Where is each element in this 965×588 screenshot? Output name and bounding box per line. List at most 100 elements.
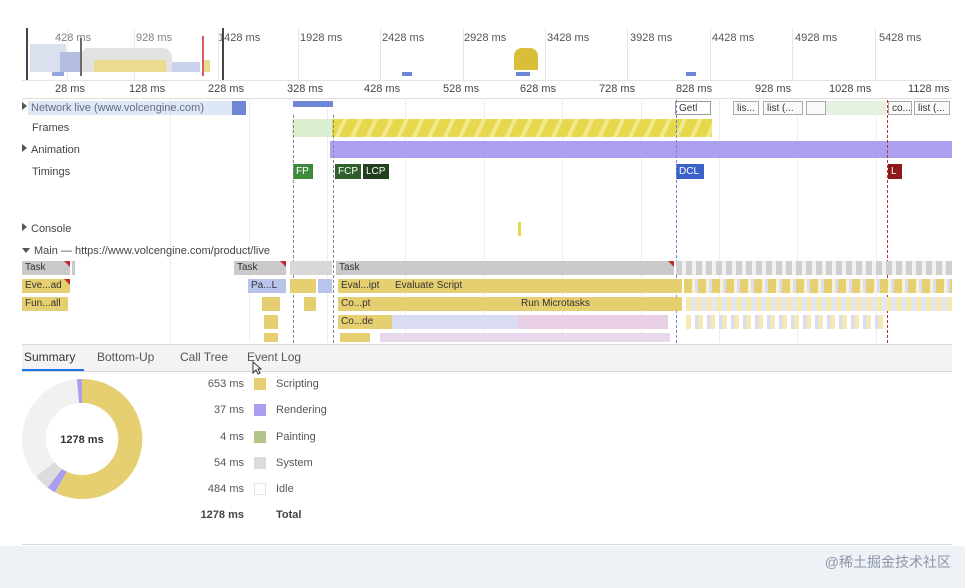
fp-marker[interactable]: FP [293,164,313,179]
function-call-bar[interactable] [380,333,670,342]
ruler-tick: 528 ms [443,83,480,95]
summary-total-label: Total [276,509,302,521]
summary-value: 484 ms [207,483,244,495]
network-request-bar[interactable] [293,101,333,107]
summary-value: 54 ms [214,457,244,469]
mouse-cursor-icon [252,361,262,375]
ruler-tick: 928 ms [755,83,792,95]
function-call-bar[interactable] [264,333,278,342]
painting-swatch [254,431,266,443]
animation-bar[interactable] [330,141,952,158]
summary-label: Scripting [276,378,319,390]
compile-code-bar[interactable]: Co...de [338,315,392,329]
expand-triangle-icon[interactable] [22,223,27,231]
function-call-bar[interactable] [262,297,280,311]
task-bar[interactable]: Task [22,261,70,275]
run-microtasks-bar[interactable]: Run Microtasks [518,297,682,311]
watermark: @稀土掘金技术社区 [824,554,951,570]
network-activity [402,72,412,76]
task-bar[interactable] [676,261,952,275]
task-bar[interactable] [72,261,75,275]
event-bar[interactable] [684,279,952,293]
network-request-bar[interactable] [826,101,886,115]
overview-tick: 1928 ms [300,32,343,44]
network-request-bar[interactable] [28,101,240,115]
ruler-tick: 628 ms [520,83,557,95]
fcp-marker[interactable]: FCP [335,164,361,179]
summary-label: System [276,457,313,469]
details-tabs: Summary Bottom-Up Call Tree Event Log [22,344,952,372]
ruler-tick: 828 ms [676,83,713,95]
overview-tick: 5428 ms [879,32,922,44]
function-call-bar[interactable] [686,297,952,311]
network-request-bar[interactable]: list (... [763,101,803,115]
task-bar[interactable] [290,261,332,275]
expand-triangle-icon[interactable] [22,144,27,152]
animation-track-label[interactable]: Animation [22,144,80,156]
time-ruler: 28 ms 128 ms 228 ms 328 ms 428 ms 528 ms… [22,82,952,99]
evaluate-script-bar[interactable]: Evaluate Script [392,279,682,293]
ruler-tick: 1128 ms [908,83,950,95]
function-call-bar[interactable]: Fun...all [22,297,68,311]
tab-bottom-up[interactable]: Bottom-Up [97,350,154,364]
function-call-bar[interactable] [304,297,316,311]
scripting-swatch [254,378,266,390]
function-call-bar[interactable] [392,315,518,329]
summary-value: 653 ms [207,378,244,390]
network-activity [686,72,696,76]
network-request-bar[interactable] [232,101,246,115]
tab-summary[interactable]: Summary [24,350,75,364]
timings-track-label: Timings [32,166,71,178]
divider [22,544,952,545]
evaluate-script-bar[interactable]: Eval...ipt [338,279,392,293]
network-request-bar[interactable]: Getl [675,101,711,115]
overview-tick: 2928 ms [464,32,507,44]
network-request-bar[interactable]: lis... [733,101,759,115]
function-call-bar[interactable] [686,315,886,329]
event-bar[interactable]: Eve...ad [22,279,70,293]
overview-selection-window[interactable] [26,28,224,80]
parse-html-bar[interactable]: Pa...L [248,279,286,293]
timeline-overview[interactable]: 428 ms 928 ms 1428 ms 1928 ms 2428 ms 29… [22,28,952,81]
function-call-bar[interactable] [264,315,278,329]
overview-tick: 3928 ms [630,32,673,44]
network-activity [516,72,530,76]
summary-label: Rendering [276,404,327,416]
rendering-swatch [254,404,266,416]
main-track-label[interactable]: Main — https://www.volcengine.com/produc… [22,245,270,257]
function-call-bar[interactable] [518,315,668,329]
compile-script-bar[interactable]: Co...pt [338,297,518,311]
overview-tick: 1428 ms [218,32,261,44]
donut-total-label: 1278 ms [60,434,103,446]
ruler-tick: 228 ms [208,83,245,95]
fcp-line [333,115,334,343]
frame-bar[interactable] [332,119,712,137]
ruler-tick: 328 ms [287,83,324,95]
network-request-bar[interactable] [806,101,826,115]
summary-donut-chart: 1278 ms [22,378,143,499]
lcp-marker[interactable]: LCP [363,164,389,179]
active-tab-indicator [22,369,84,371]
overview-tick: 4928 ms [795,32,838,44]
console-event[interactable] [518,222,521,236]
task-bar[interactable]: Task [234,261,286,275]
expand-triangle-icon[interactable] [22,102,27,110]
load-marker[interactable]: L [888,164,902,179]
overview-tick: 4428 ms [712,32,755,44]
function-call-bar[interactable] [340,333,370,342]
console-track-label[interactable]: Console [22,223,71,235]
frame-bar[interactable] [292,119,332,137]
event-bar[interactable] [318,279,332,293]
ruler-tick: 428 ms [364,83,401,95]
system-segment [36,461,63,488]
tab-call-tree[interactable]: Call Tree [180,350,228,364]
frames-track-label: Frames [32,122,70,134]
collapse-triangle-icon[interactable] [22,248,30,253]
task-bar[interactable]: Task [336,261,674,275]
ruler-tick: 728 ms [599,83,636,95]
dcl-marker[interactable]: DCL [676,164,704,179]
idle-swatch [254,483,266,495]
event-bar[interactable] [290,279,316,293]
network-request-bar[interactable]: co... [888,101,912,115]
network-request-bar[interactable]: list (... [914,101,950,115]
